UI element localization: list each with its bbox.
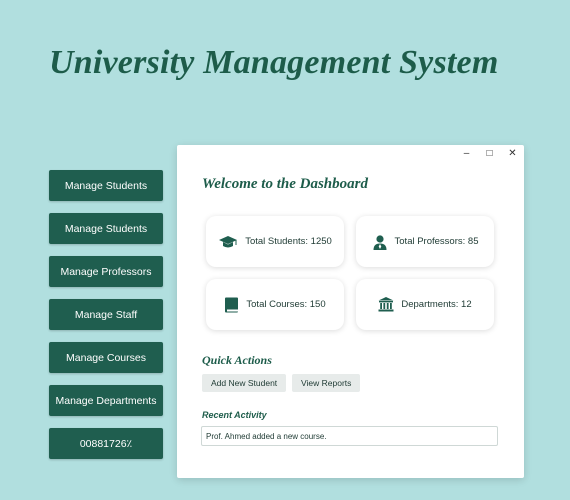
quick-actions-heading: Quick Actions: [202, 353, 272, 367]
building-icon: [378, 297, 394, 312]
stat-professors-label: Total Professors: 85: [394, 236, 479, 247]
dashboard-window: – □ ✕ Welcome to the Dashboard Total Stu…: [177, 145, 524, 478]
recent-activity-heading: Recent Activity: [202, 410, 267, 420]
view-reports-button[interactable]: View Reports: [292, 374, 361, 392]
manage-students-button-2[interactable]: Manage Students: [49, 213, 163, 244]
window-controls: – □ ✕: [455, 145, 524, 162]
stat-card-departments: Departments: 12: [356, 279, 494, 330]
manage-staff-button[interactable]: Manage Staff: [49, 299, 163, 330]
stat-courses-label: Total Courses: 150: [246, 299, 326, 310]
maximize-button[interactable]: □: [478, 145, 501, 162]
manage-students-button[interactable]: Manage Students: [49, 170, 163, 201]
stat-departments-label: Departments: 12: [401, 299, 472, 310]
manage-professors-button[interactable]: Manage Professors: [49, 256, 163, 287]
list-item[interactable]: Prof. Ahmed added a new course.: [206, 432, 327, 441]
sidebar-extra-button[interactable]: 00881726٪: [49, 428, 163, 459]
welcome-heading: Welcome to the Dashboard: [202, 176, 368, 192]
book-icon: [224, 297, 239, 313]
manage-courses-button[interactable]: Manage Courses: [49, 342, 163, 373]
graduation-cap-icon: [218, 235, 238, 249]
stat-students-label: Total Students: 1250: [245, 236, 332, 247]
recent-activity-list[interactable]: Prof. Ahmed added a new course.: [201, 426, 498, 446]
professor-icon: [372, 234, 388, 250]
close-button[interactable]: ✕: [501, 145, 524, 162]
sidebar-nav: Manage Students Manage Students Manage P…: [49, 170, 163, 471]
manage-departments-button[interactable]: Manage Departments: [49, 385, 163, 416]
add-new-student-button[interactable]: Add New Student: [202, 374, 287, 392]
minimize-button[interactable]: –: [455, 145, 478, 162]
stat-card-professors: Total Professors: 85: [356, 216, 494, 267]
app-title: University Management System: [49, 44, 499, 81]
stat-card-courses: Total Courses: 150: [206, 279, 344, 330]
stat-card-students: Total Students: 1250: [206, 216, 344, 267]
